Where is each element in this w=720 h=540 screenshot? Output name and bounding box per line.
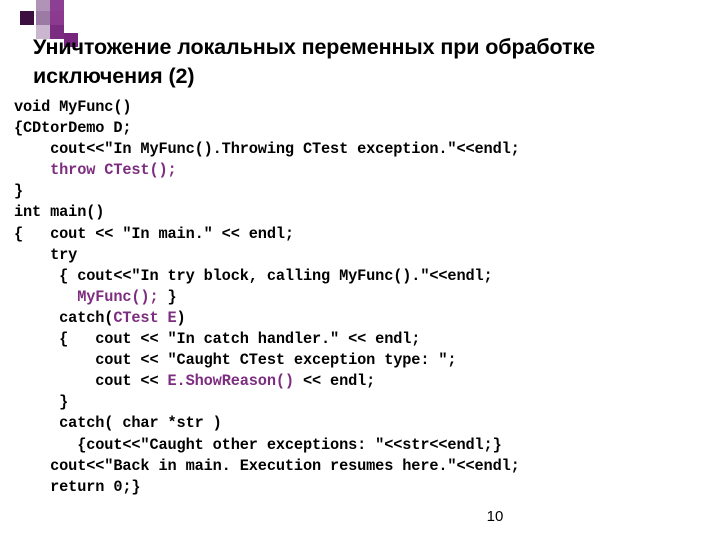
code-keyword: CTest E — [113, 308, 177, 327]
code-line: cout << E.ShowReason() << endl; — [14, 371, 720, 392]
code-line: return 0;} — [14, 477, 720, 498]
code-text: { cout << "In catch handler." << endl; — [14, 330, 421, 349]
code-line: } — [14, 392, 720, 413]
code-text: return 0;} — [14, 477, 141, 496]
code-text: { cout << "In main." << endl; — [14, 224, 294, 243]
page-title: Уничтожение локальных переменных при обр… — [33, 35, 595, 88]
code-text: catch( char *str ) — [14, 414, 222, 433]
code-line: { cout << "In catch handler." << endl; — [14, 329, 720, 350]
code-line: MyFunc(); } — [14, 287, 720, 308]
code-line: throw CTest(); — [14, 160, 720, 181]
code-line: try — [14, 245, 720, 266]
square-dark-small-upper-left — [20, 11, 34, 25]
code-text: cout<<"In MyFunc().Throwing CTest except… — [14, 140, 520, 159]
code-line: void MyFunc() — [14, 97, 720, 118]
code-text: cout << "Caught CTest exception type: "; — [14, 351, 457, 370]
code-text: void MyFunc() — [14, 98, 132, 116]
square-magenta-top — [50, 0, 64, 11]
square-medium-violet-top — [36, 11, 50, 25]
square-light-violet-tall — [36, 0, 50, 11]
code-line: {CDtorDemo D; — [14, 118, 720, 139]
code-text: cout<<"Back in main. Execution resumes h… — [14, 456, 520, 475]
code-text: << endl; — [293, 372, 376, 391]
code-text: try — [14, 245, 78, 264]
code-line: catch( char *str ) — [14, 413, 720, 434]
code-line: cout << "Caught CTest exception type: "; — [14, 350, 720, 371]
code-text: {CDtorDemo D; — [14, 119, 132, 138]
code-line: catch(CTest E) — [14, 308, 720, 329]
slide-number: 10 — [486, 508, 504, 525]
code-line: } — [14, 181, 720, 202]
code-line: { cout << "In main." << endl; — [14, 224, 720, 245]
code-keyword: E.ShowReason() — [167, 372, 295, 391]
code-line: {cout<<"Caught other exceptions: "<<str<… — [14, 435, 720, 456]
code-text: { cout<<"In try block, calling MyFunc().… — [14, 266, 493, 285]
code-keyword: MyFunc(); — [77, 287, 168, 306]
code-text: } — [14, 393, 69, 412]
square-magenta-mid — [50, 11, 64, 25]
code-line: cout<<"Back in main. Execution resumes h… — [14, 456, 720, 477]
code-text: catch( — [14, 308, 114, 327]
code-text: int main() — [14, 203, 105, 222]
code-listing: void MyFunc() {CDtorDemo D; cout<<"In MyF… — [14, 97, 720, 498]
code-text: } — [14, 182, 24, 201]
code-text: ) — [176, 308, 186, 327]
code-line: int main() — [14, 202, 720, 223]
code-keyword: throw CTest(); — [50, 161, 177, 180]
code-line: { cout<<"In try block, calling MyFunc().… — [14, 266, 720, 287]
header-gradient-bar — [28, 9, 720, 35]
code-text: {cout<<"Caught other exceptions: "<<str<… — [14, 435, 502, 454]
code-text: } — [167, 287, 177, 306]
code-line: cout<<"In MyFunc().Throwing CTest except… — [14, 139, 720, 160]
code-text: cout << — [14, 372, 168, 391]
